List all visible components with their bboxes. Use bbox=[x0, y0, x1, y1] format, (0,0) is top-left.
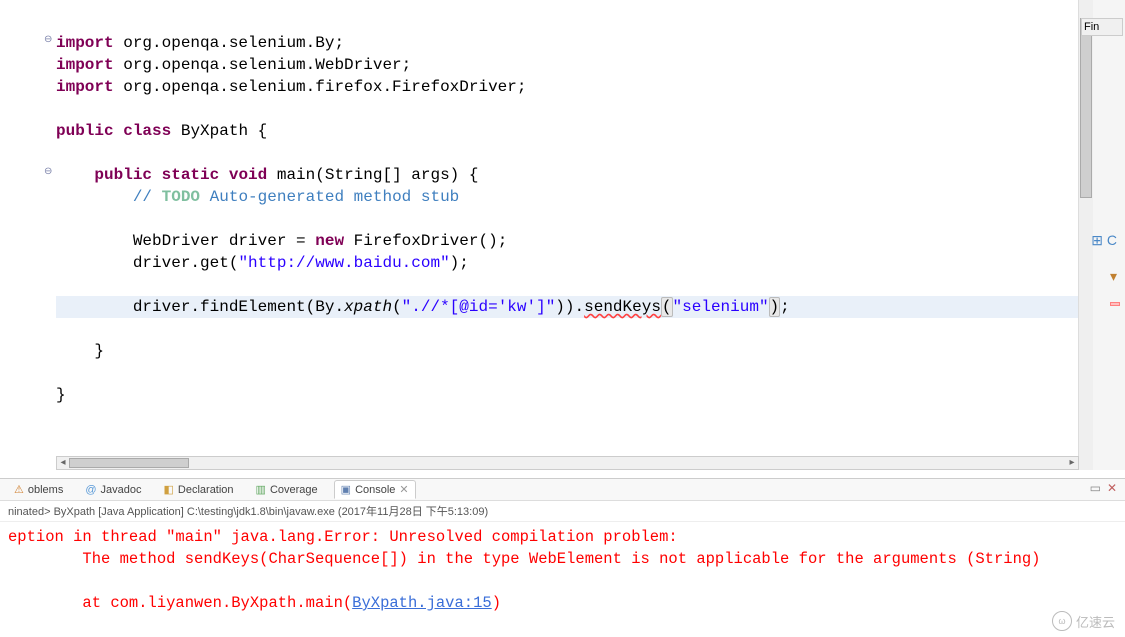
coverage-icon: ▥ bbox=[256, 483, 266, 496]
keyword-public: public bbox=[56, 122, 114, 140]
error-line: eption in thread "main" java.lang.Error:… bbox=[8, 528, 687, 546]
close-tab-icon[interactable]: ✕ bbox=[399, 483, 408, 496]
keyword-class: class bbox=[123, 122, 171, 140]
watermark-text: 亿速云 bbox=[1076, 612, 1115, 631]
string-literal: "selenium" bbox=[673, 298, 769, 316]
tab-label: oblems bbox=[28, 484, 63, 496]
tab-label: Coverage bbox=[270, 484, 318, 496]
close-brace: } bbox=[56, 386, 66, 404]
collapse-marker-icon[interactable]: ⊖ bbox=[44, 166, 54, 176]
tab-label: Console bbox=[355, 484, 395, 496]
close-icon[interactable]: ✕ bbox=[1107, 481, 1117, 495]
error-overview-marker[interactable] bbox=[1110, 302, 1120, 306]
string-literal: ".//*[@id='kw']" bbox=[402, 298, 556, 316]
collapse-marker-icon[interactable]: ⊖ bbox=[44, 34, 54, 44]
console-icon: ▣ bbox=[341, 483, 351, 496]
stack-trace-link[interactable]: ByXpath.java:15 bbox=[352, 594, 492, 612]
import-package: org.openqa.selenium.By; bbox=[114, 34, 344, 52]
close-brace: } bbox=[56, 342, 104, 360]
keyword-new: new bbox=[315, 232, 344, 250]
console-process-info: ninated> ByXpath [Java Application] C:\t… bbox=[0, 501, 1125, 522]
hscroll-thumb[interactable] bbox=[69, 458, 189, 468]
console-toolbar: ▭ ✕ bbox=[1090, 481, 1117, 495]
matched-paren: ( bbox=[661, 297, 673, 317]
scroll-right-icon[interactable]: ▸ bbox=[1066, 457, 1078, 469]
find-tab-button[interactable]: Fin bbox=[1081, 18, 1123, 36]
keyword-import: import bbox=[56, 56, 114, 74]
watermark: ω 亿速云 bbox=[1052, 611, 1115, 631]
tab-console[interactable]: ▣ Console ✕ bbox=[334, 480, 416, 499]
watermark-logo-icon: ω bbox=[1052, 611, 1072, 631]
minimize-icon[interactable]: ▭ bbox=[1090, 481, 1101, 495]
right-sidebar: Fin ⊞ C ▾ bbox=[1079, 0, 1125, 470]
javadoc-icon: @ bbox=[85, 484, 96, 496]
tab-javadoc[interactable]: @ Javadoc bbox=[79, 482, 147, 498]
tab-problems[interactable]: ⚠ oblems bbox=[8, 481, 69, 498]
static-method-call: xpath bbox=[344, 298, 392, 316]
code-editor[interactable]: ⊖ ⊖ import org.openqa.selenium.By; impor… bbox=[36, 0, 1079, 470]
expand-icon[interactable]: ▾ bbox=[1110, 268, 1117, 285]
code-text: driver.get( bbox=[133, 254, 239, 272]
code-content[interactable]: import org.openqa.selenium.By; import or… bbox=[56, 32, 1078, 406]
class-name: ByXpath { bbox=[171, 122, 267, 140]
error-line: The method sendKeys(CharSequence[]) in t… bbox=[8, 550, 1040, 568]
code-text: driver.findElement(By. bbox=[133, 298, 344, 316]
stack-line: at com.liyanwen.ByXpath.main(ByXpath.jav… bbox=[8, 594, 501, 612]
keyword-public: public bbox=[94, 166, 152, 184]
console-output[interactable]: eption in thread "main" java.lang.Error:… bbox=[0, 522, 1125, 622]
keyword-import: import bbox=[56, 78, 114, 96]
keyword-import: import bbox=[56, 34, 114, 52]
declaration-icon: ◧ bbox=[164, 483, 174, 496]
bottom-panel: ⚠ oblems @ Javadoc ◧ Declaration ▥ Cover… bbox=[0, 478, 1125, 637]
comment: // TODO Auto-generated method stub bbox=[133, 188, 459, 206]
main-signature: main(String[] args) { bbox=[267, 166, 478, 184]
scroll-left-icon[interactable]: ◂ bbox=[57, 457, 69, 469]
todo-tag: TODO bbox=[162, 188, 200, 206]
keyword-void: void bbox=[229, 166, 267, 184]
editor-hscrollbar[interactable]: ◂ ▸ bbox=[56, 456, 1079, 470]
tab-declaration[interactable]: ◧ Declaration bbox=[158, 481, 240, 498]
import-package: org.openqa.selenium.firefox.FirefoxDrive… bbox=[114, 78, 527, 96]
tab-coverage[interactable]: ▥ Coverage bbox=[250, 481, 324, 498]
matched-paren: ) bbox=[769, 297, 781, 317]
tab-label: Javadoc bbox=[101, 484, 142, 496]
import-package: org.openqa.selenium.WebDriver; bbox=[114, 56, 412, 74]
code-text: WebDriver driver = bbox=[133, 232, 315, 250]
error-sendkeys: sendKeys bbox=[584, 298, 661, 316]
problems-icon: ⚠ bbox=[14, 483, 24, 496]
tab-label: Declaration bbox=[178, 484, 234, 496]
string-literal: "http://www.baidu.com" bbox=[238, 254, 449, 272]
editor-gutter: ⊖ ⊖ bbox=[36, 0, 56, 450]
outline-icon[interactable]: ⊞ C bbox=[1091, 232, 1117, 249]
keyword-static: static bbox=[162, 166, 220, 184]
editor-vscrollbar-thumb[interactable] bbox=[1080, 18, 1092, 198]
views-tab-bar: ⚠ oblems @ Javadoc ◧ Declaration ▥ Cover… bbox=[0, 479, 1125, 501]
